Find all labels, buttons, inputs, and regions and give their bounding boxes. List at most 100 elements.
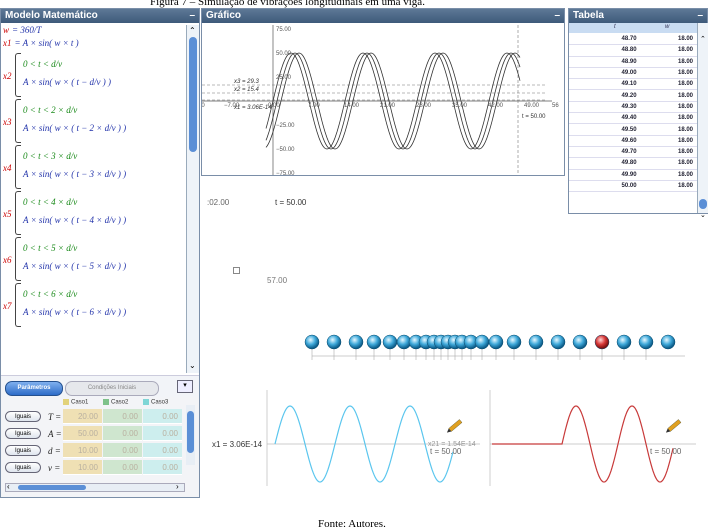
equation-x4: x4 0 < t < 3 × d/v A × sin( w × ( t − 3 × … bbox=[3, 145, 183, 189]
case-color-swatch bbox=[143, 399, 149, 405]
table-cell-t: 49.00 bbox=[569, 67, 640, 80]
tab-condicoes-iniciais[interactable]: Condições Iniciais bbox=[65, 381, 159, 396]
checkbox-small[interactable] bbox=[233, 267, 240, 274]
case-color-swatch bbox=[63, 399, 69, 405]
table-cell-t: 49.50 bbox=[569, 123, 640, 136]
x-tick-label: 21.00 bbox=[380, 103, 396, 109]
beam-ball bbox=[638, 334, 654, 350]
table-col-t: t bbox=[614, 24, 616, 30]
equation-condition: 0 < t < 4 × d/v bbox=[23, 197, 78, 207]
param-value-cell[interactable]: 10.00 bbox=[63, 460, 102, 475]
table-row[interactable]: 49.90 18.00 bbox=[569, 169, 697, 181]
param-value-cell[interactable]: 20.00 bbox=[63, 409, 102, 424]
graph-panel-title: Gráfico – bbox=[202, 9, 564, 23]
minimize-icon[interactable]: – bbox=[554, 9, 560, 23]
case-header-label: Caso1 bbox=[71, 399, 89, 406]
params-scrollbar-v[interactable] bbox=[186, 405, 195, 465]
params-scroll-thumb[interactable] bbox=[187, 411, 194, 453]
right-graph-t: t = 50.00 bbox=[650, 447, 682, 456]
case-header-2[interactable]: Caso2 bbox=[103, 399, 128, 406]
table-row[interactable]: 49.60 18.00 bbox=[569, 135, 697, 147]
equation-x1: x1 = A × sin( w × t ) bbox=[3, 38, 183, 48]
scroll-down-icon[interactable]: ⌄ bbox=[700, 211, 706, 219]
case-header-1[interactable]: Caso1 bbox=[63, 399, 88, 406]
beam-ball-highlight bbox=[594, 334, 610, 350]
beam-ball bbox=[528, 334, 544, 350]
table-row[interactable]: 50.00 18.00 bbox=[569, 180, 697, 193]
iguais-button[interactable]: Iguais bbox=[5, 411, 41, 422]
model-panel-title: Modelo Matemático – bbox=[1, 9, 199, 23]
table-scroll-thumb[interactable] bbox=[699, 199, 707, 209]
param-label: T = bbox=[48, 412, 62, 422]
param-value-cell[interactable]: 0.00 bbox=[103, 443, 142, 458]
model-scrollbar[interactable]: ⌃ ⌄ bbox=[186, 25, 199, 373]
left-graph-x1: x1 = 3.06E-14 bbox=[212, 440, 263, 449]
beam-ball bbox=[366, 334, 382, 350]
param-value-cell[interactable]: 0.00 bbox=[143, 409, 182, 424]
table-row[interactable]: 49.10 18.00 bbox=[569, 78, 697, 91]
iguais-button[interactable]: Iguais bbox=[5, 462, 41, 473]
iguais-button[interactable]: Iguais bbox=[5, 428, 41, 439]
param-value-cell[interactable]: 0.00 bbox=[143, 460, 182, 475]
graph-panel: Gráfico – 75.00 50.00 25.00 −25.00 −50.00 −75… bbox=[201, 8, 565, 176]
x-tick-label: 14.00 bbox=[344, 103, 360, 109]
minimize-icon[interactable]: – bbox=[189, 9, 195, 23]
equation-w: w = 360/T bbox=[3, 25, 183, 35]
model-panel-title-text: Modelo Matemático bbox=[5, 10, 98, 21]
table-cell-w: 18.00 bbox=[639, 169, 697, 181]
param-value-cell[interactable]: 0.00 bbox=[103, 426, 142, 441]
t-readout: t = 50.00 bbox=[522, 114, 546, 120]
table-panel-title-text: Tabela bbox=[573, 10, 604, 21]
case-header-3[interactable]: Caso3 bbox=[143, 399, 168, 406]
table-cell-w: 18.00 bbox=[639, 180, 697, 193]
table-row[interactable]: 49.00 18.00 bbox=[569, 67, 697, 80]
table-row[interactable]: 49.40 18.00 bbox=[569, 112, 697, 125]
minimize-icon[interactable]: – bbox=[697, 9, 703, 23]
params-scrollbar-h[interactable]: ‹ › bbox=[5, 482, 185, 492]
equation-var: w bbox=[3, 25, 10, 35]
table-row[interactable]: 48.80 18.00 bbox=[569, 44, 697, 57]
table-row[interactable]: 48.70 18.00 bbox=[569, 34, 697, 46]
y-tick-label: 25.00 bbox=[276, 75, 292, 81]
y-tick-label: 50.00 bbox=[276, 51, 292, 57]
scroll-up-icon[interactable]: ⌃ bbox=[189, 26, 196, 35]
scroll-down-icon[interactable]: ⌄ bbox=[189, 361, 196, 370]
param-value-cell[interactable]: 0.00 bbox=[143, 426, 182, 441]
table-row[interactable]: 49.50 18.00 bbox=[569, 123, 697, 136]
table-cell-t: 49.40 bbox=[569, 112, 640, 125]
param-value-cell[interactable]: 0.00 bbox=[143, 443, 182, 458]
table-scrollbar[interactable]: ⌃ ⌄ bbox=[697, 23, 708, 219]
beam-ball bbox=[382, 334, 398, 350]
param-value-cell[interactable]: 0.00 bbox=[103, 460, 142, 475]
param-value-cell[interactable]: 50.00 bbox=[63, 426, 102, 441]
dropdown-toggle[interactable]: ▾ bbox=[177, 380, 193, 393]
equation-var: x7 bbox=[3, 301, 12, 311]
table-cell-w: 18.00 bbox=[639, 123, 697, 136]
table-cell-w: 18.00 bbox=[639, 34, 697, 46]
equation-var: x2 bbox=[3, 71, 12, 81]
x-tick-label: 7.00 bbox=[308, 103, 320, 109]
model-scroll-thumb[interactable] bbox=[189, 37, 197, 152]
y-tick-label: −25.00 bbox=[276, 123, 295, 129]
y-tick-label: 75.00 bbox=[276, 27, 292, 33]
table-cell-t: 49.70 bbox=[569, 146, 640, 159]
params-area: Caso1 Caso2 Caso3 Iguais T = 20.00 0.00 0.00 Ig… bbox=[1, 397, 199, 497]
param-value-cell[interactable]: 0.00 bbox=[103, 409, 142, 424]
iguais-button[interactable]: Iguais bbox=[5, 445, 41, 456]
table-row[interactable]: 49.20 18.00 bbox=[569, 89, 697, 102]
table-row[interactable]: 49.70 18.00 bbox=[569, 146, 697, 159]
table-cell-t: 49.90 bbox=[569, 169, 640, 181]
table-row[interactable]: 49.30 18.00 bbox=[569, 101, 697, 114]
scroll-right-icon[interactable]: › bbox=[176, 482, 179, 491]
tab-parametros[interactable]: Parâmetros bbox=[5, 381, 63, 396]
table-row[interactable]: 49.80 18.00 bbox=[569, 157, 697, 170]
table-cell-w: 18.00 bbox=[639, 101, 697, 114]
scroll-up-icon[interactable]: ⌃ bbox=[700, 35, 706, 43]
beam-ball bbox=[348, 334, 364, 350]
graph-plot[interactable]: 75.0050.0025.00−25.00−50.00−75.00 00−7.0… bbox=[202, 23, 564, 175]
table-row[interactable]: 48.90 18.00 bbox=[569, 56, 697, 68]
param-value-cell[interactable]: 10.00 bbox=[63, 443, 102, 458]
scroll-left-icon[interactable]: ‹ bbox=[7, 482, 10, 491]
table-panel-title: Tabela – bbox=[569, 9, 707, 23]
params-hscroll-thumb[interactable] bbox=[18, 485, 86, 490]
